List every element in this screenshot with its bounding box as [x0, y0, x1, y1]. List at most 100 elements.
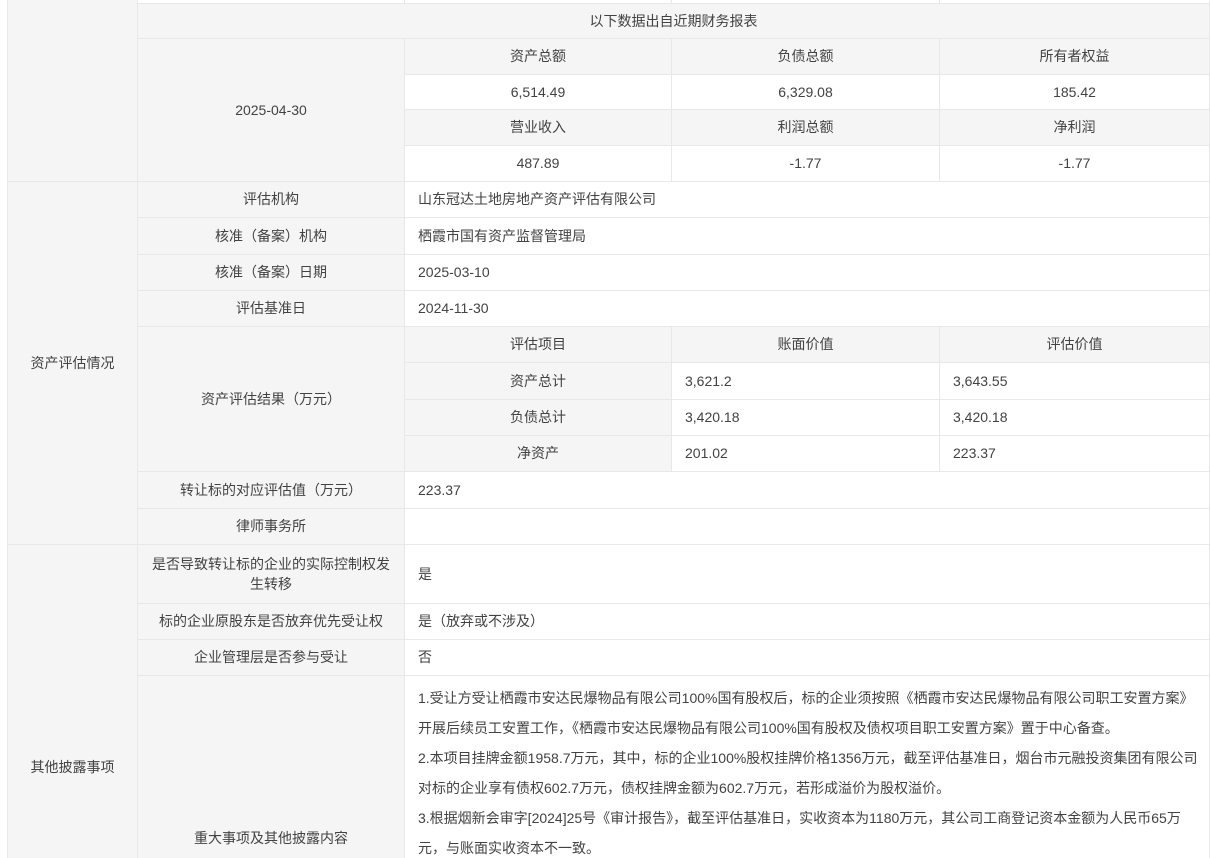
fin-value: -1.77	[790, 153, 822, 173]
value-eval-base-date: 2024-11-30	[405, 291, 1210, 327]
label-eval-result: 资产评估结果（万元）	[138, 327, 405, 472]
section-label-asset-eval: 资产评估情况	[31, 353, 115, 373]
row-label: 资产评估结果（万元）	[201, 389, 341, 409]
row-label: 评估基准日	[236, 298, 306, 318]
fin-header-label: 营业收入	[510, 117, 566, 137]
row-label: 重大事项及其他披露内容	[194, 828, 348, 848]
eval-value: 3,621.2	[685, 371, 732, 391]
value-control-transfer: 是	[405, 545, 1210, 604]
section-cell-other-disclosure: 其他披露事项	[7, 545, 138, 858]
section-label-other-disclosure: 其他披露事项	[31, 757, 115, 777]
fin-header-label: 负债总额	[778, 46, 834, 66]
value-transfer-eval-value: 223.37	[405, 472, 1210, 509]
section-cell-asset-eval: 资产评估情况	[7, 182, 138, 545]
row-value: 223.37	[418, 480, 461, 500]
fin-header-revenue: 营业收入	[405, 110, 672, 146]
label-approval-agency: 核准（备案）机构	[138, 218, 405, 255]
value-law-firm	[405, 509, 1210, 545]
fin-value-owner-equity: 185.42	[940, 75, 1210, 110]
row-label: 律师事务所	[236, 516, 306, 536]
fin-value: 185.42	[1053, 82, 1096, 102]
fin-header-owner-equity: 所有者权益	[940, 39, 1210, 75]
label-approval-date: 核准（备案）日期	[138, 255, 405, 291]
eval-value: 3,420.18	[685, 407, 740, 427]
fin-header-total-profit: 利润总额	[672, 110, 940, 146]
eval-row-net-assets-label: 净资产	[405, 436, 672, 472]
label-transfer-eval-value: 转让标的对应评估值（万元）	[138, 472, 405, 509]
fin-header-total-liabilities: 负债总额	[672, 39, 940, 75]
fin-value-total-profit: -1.77	[672, 146, 940, 182]
row-label: 核准（备案）日期	[215, 262, 327, 282]
fin-value: 487.89	[517, 153, 560, 173]
value-approval-agency: 栖霞市国有资产监督管理局	[405, 218, 1210, 255]
row-label: 评估机构	[243, 189, 299, 209]
eval-row-liabilities-label: 负债总计	[405, 400, 672, 436]
label-eval-agency: 评估机构	[138, 182, 405, 218]
report-date-cell: 2025-04-30	[138, 39, 405, 182]
major-item-2: 2.本项目挂牌金额1958.7万元，其中，标的企业100%股权挂牌价格1356万…	[418, 743, 1199, 803]
label-eval-base-date: 评估基准日	[138, 291, 405, 327]
eval-value: 3,643.55	[953, 371, 1008, 391]
value-approval-date: 2025-03-10	[405, 255, 1210, 291]
fin-value-total-liabilities: 6,329.08	[672, 75, 940, 110]
row-value: 2025-03-10	[418, 262, 490, 282]
eval-row-assets-book: 3,621.2	[672, 363, 940, 400]
fin-value-net-profit: -1.77	[940, 146, 1210, 182]
row-value: 山东冠达土地房地产资产评估有限公司	[418, 189, 656, 209]
eval-item-label: 资产总计	[510, 371, 566, 391]
eval-header-label: 评估项目	[510, 334, 566, 354]
eval-row-assets-label: 资产总计	[405, 363, 672, 400]
eval-row-net-assets-book: 201.02	[672, 436, 940, 472]
eval-row-assets-eval: 3,643.55	[940, 363, 1210, 400]
section-cell-financials	[7, 0, 138, 182]
fin-value: 6,329.08	[778, 82, 833, 102]
financial-note-row: 以下数据出自近期财务报表	[138, 4, 1210, 39]
major-item-1: 1.受让方受让栖霞市安达民爆物品有限公司100%国有股权后，标的企业须按照《栖霞…	[418, 683, 1199, 743]
fin-value-revenue: 487.89	[405, 146, 672, 182]
eval-row-liabilities-book: 3,420.18	[672, 400, 940, 436]
label-waive-preemptive-right: 标的企业原股东是否放弃优先受让权	[138, 604, 405, 640]
value-eval-agency: 山东冠达土地房地产资产评估有限公司	[405, 182, 1210, 218]
eval-value: 201.02	[685, 443, 728, 463]
major-item-3: 3.根据烟新会审字[2024]25号《审计报告》，截至评估基准日，实收资本为11…	[418, 803, 1199, 858]
label-law-firm: 律师事务所	[138, 509, 405, 545]
value-waive-preemptive-right: 是（放弃或不涉及）	[405, 604, 1210, 640]
value-management-participation: 否	[405, 640, 1210, 676]
row-label: 标的企业原股东是否放弃优先受让权	[159, 611, 383, 631]
label-control-transfer: 是否导致转让标的企业的实际控制权发生转移	[138, 545, 405, 604]
eval-item-label: 负债总计	[510, 407, 566, 427]
eval-value: 223.37	[953, 443, 996, 463]
eval-value: 3,420.18	[953, 407, 1008, 427]
eval-row-liabilities-eval: 3,420.18	[940, 400, 1210, 436]
row-value: 2024-11-30	[418, 298, 489, 318]
fin-header-label: 利润总额	[778, 117, 834, 137]
fin-header-total-assets: 资产总额	[405, 39, 672, 75]
row-value: 是（放弃或不涉及）	[418, 611, 544, 631]
fin-header-label: 所有者权益	[1040, 46, 1110, 66]
eval-table-header-book-value: 账面价值	[672, 327, 940, 363]
eval-item-label: 净资产	[517, 443, 559, 463]
value-major-items: 1.受让方受让栖霞市安达民爆物品有限公司100%国有股权后，标的企业须按照《栖霞…	[405, 676, 1210, 858]
eval-table-header-item: 评估项目	[405, 327, 672, 363]
row-label: 企业管理层是否参与受让	[194, 647, 348, 667]
fin-value: -1.77	[1059, 153, 1091, 173]
fin-header-net-profit: 净利润	[940, 110, 1210, 146]
label-major-items: 重大事项及其他披露内容	[138, 676, 405, 858]
eval-row-net-assets-eval: 223.37	[940, 436, 1210, 472]
report-date: 2025-04-30	[235, 100, 307, 120]
disclosure-table-page: 资产评估情况 其他披露事项 以下数据出自近期财务报表 2025-04-30 资产…	[0, 0, 1210, 858]
row-label: 转让标的对应评估值（万元）	[180, 480, 362, 500]
row-value: 是	[418, 564, 432, 584]
fin-value: 6,514.49	[511, 82, 566, 102]
fin-value-total-assets: 6,514.49	[405, 75, 672, 110]
row-value: 否	[418, 647, 432, 667]
row-value: 栖霞市国有资产监督管理局	[418, 226, 586, 246]
row-label: 是否导致转让标的企业的实际控制权发生转移	[152, 554, 390, 595]
eval-table-header-eval-value: 评估价值	[940, 327, 1210, 363]
eval-header-label: 评估价值	[1047, 334, 1103, 354]
fin-header-label: 资产总额	[510, 46, 566, 66]
eval-header-label: 账面价值	[778, 334, 834, 354]
financial-note-text: 以下数据出自近期财务报表	[590, 11, 758, 31]
row-label: 核准（备案）机构	[215, 226, 327, 246]
fin-header-label: 净利润	[1054, 117, 1096, 137]
